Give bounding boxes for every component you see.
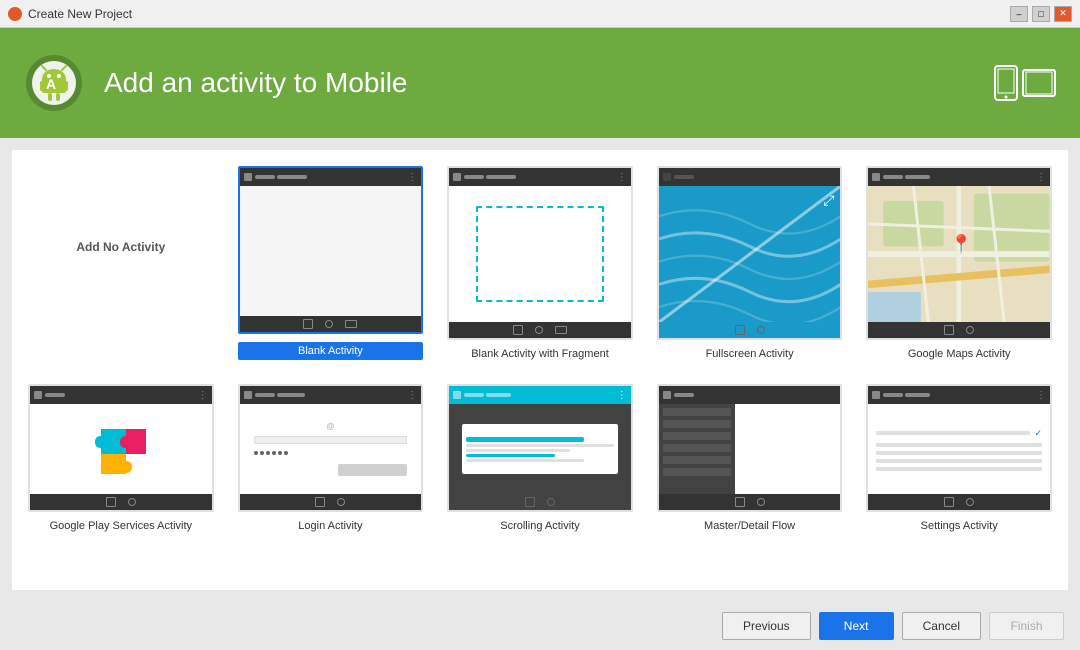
window-title: Create New Project bbox=[28, 7, 1010, 21]
bottom-bar: Previous Next Cancel Finish bbox=[0, 602, 1080, 650]
tablet-icon bbox=[1022, 69, 1056, 97]
page-title: Add an activity to Mobile bbox=[104, 67, 994, 99]
play-label: Google Play Services Activity bbox=[50, 520, 192, 532]
maximize-button[interactable]: □ bbox=[1032, 6, 1050, 22]
phone-icon bbox=[994, 65, 1018, 101]
login-preview: ⋮ @ bbox=[238, 384, 424, 512]
blank-phone-top: ⋮ bbox=[240, 168, 422, 186]
title-bar: Create New Project – □ ✕ bbox=[0, 0, 1080, 28]
maps-label: Google Maps Activity bbox=[908, 348, 1011, 360]
scroll-label: Scrolling Activity bbox=[500, 520, 579, 532]
close-button[interactable]: ✕ bbox=[1054, 6, 1072, 22]
activity-grid: Add No Activity ⋮ bbox=[12, 150, 1068, 590]
activity-card-fragment[interactable]: ⋮ Blank Activity with Fragment bbox=[443, 162, 637, 364]
settings-label: Settings Activity bbox=[921, 520, 998, 532]
activity-card-scroll[interactable]: ⋮ Scrolling Activity bbox=[443, 380, 637, 536]
window-controls: – □ ✕ bbox=[1010, 6, 1072, 22]
login-label: Login Activity bbox=[298, 520, 362, 532]
blank-activity-preview: ⋮ bbox=[238, 166, 424, 334]
activity-card-login[interactable]: ⋮ @ bbox=[234, 380, 428, 536]
next-button[interactable]: Next bbox=[819, 612, 894, 640]
master-preview bbox=[657, 384, 843, 512]
app-header: A Add an activity to Mobile bbox=[0, 28, 1080, 138]
android-studio-logo: A bbox=[24, 53, 84, 113]
main-content: Add No Activity ⋮ bbox=[0, 138, 1080, 602]
activity-card-master[interactable]: Master/Detail Flow bbox=[653, 380, 847, 536]
fullscreen-label: Fullscreen Activity bbox=[706, 348, 794, 360]
master-label: Master/Detail Flow bbox=[704, 520, 795, 532]
activity-card-play[interactable]: ⋮ Google Play Services Activity bbox=[24, 380, 218, 536]
svg-text:A: A bbox=[46, 76, 56, 92]
activity-card-settings[interactable]: ⋮ ✓ bbox=[862, 380, 1056, 536]
maps-preview: ⋮ bbox=[866, 166, 1052, 340]
fragment-label: Blank Activity with Fragment bbox=[471, 348, 609, 360]
finish-button: Finish bbox=[989, 612, 1064, 640]
settings-preview: ⋮ ✓ bbox=[866, 384, 1052, 512]
fragment-preview: ⋮ bbox=[447, 166, 633, 340]
play-preview: ⋮ bbox=[28, 384, 214, 512]
add-no-activity-label: Add No Activity bbox=[76, 240, 165, 254]
activity-card-blank[interactable]: ⋮ Blank Activity bbox=[234, 162, 428, 364]
app-icon bbox=[8, 7, 22, 21]
minimize-button[interactable]: – bbox=[1010, 6, 1028, 22]
previous-button[interactable]: Previous bbox=[722, 612, 811, 640]
activity-card-fullscreen[interactable]: ⤢ Fullscreen Activity bbox=[653, 162, 847, 364]
cancel-button[interactable]: Cancel bbox=[902, 612, 981, 640]
scroll-preview: ⋮ bbox=[447, 384, 633, 512]
blank-activity-label: Blank Activity bbox=[238, 342, 424, 360]
activity-card-maps[interactable]: ⋮ bbox=[862, 162, 1056, 364]
fullscreen-preview: ⤢ bbox=[657, 166, 843, 340]
activity-card-add-no-activity[interactable]: Add No Activity bbox=[24, 162, 218, 332]
